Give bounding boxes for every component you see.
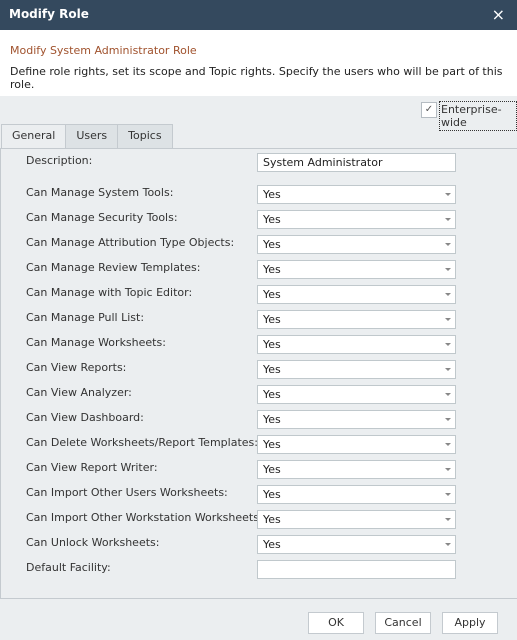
right-label: Can Manage with Topic Editor: [26,286,193,299]
chevron-down-icon[interactable] [445,218,451,221]
tab-bar: General Users Topics [1,124,173,149]
tab-topics[interactable]: Topics [117,124,173,148]
chevron-down-icon[interactable] [445,293,451,296]
right-label: Can Manage Pull List: [26,311,145,324]
description-label: Description: [26,154,93,167]
chevron-down-icon[interactable] [445,493,451,496]
right-dropdown[interactable]: Yes [257,435,456,454]
right-label: Can Manage System Tools: [26,186,174,199]
right-dropdown[interactable]: Yes [257,235,456,254]
dropdown-value: Yes [263,538,281,551]
right-dropdown[interactable]: Yes [257,260,456,279]
title-bar: Modify Role × [0,0,517,30]
right-dropdown[interactable]: Yes [257,535,456,554]
default-facility-label: Default Facility: [26,561,111,574]
dropdown-value: Yes [263,388,281,401]
dialog-header: Modify System Administrator Role Define … [0,30,517,96]
ok-button[interactable]: OK [308,612,364,634]
chevron-down-icon[interactable] [445,443,451,446]
chevron-down-icon[interactable] [445,268,451,271]
chevron-down-icon[interactable] [445,243,451,246]
dropdown-value: Yes [263,513,281,526]
dropdown-value: Yes [263,488,281,501]
tab-general[interactable]: General [1,124,67,149]
description-input[interactable]: System Administrator [257,153,456,172]
right-dropdown[interactable]: Yes [257,335,456,354]
window-title: Modify Role [9,7,89,21]
right-dropdown[interactable]: Yes [257,410,456,429]
dialog-subtitle: Modify System Administrator Role [10,44,197,57]
right-label: Can View Analyzer: [26,386,132,399]
dropdown-value: Yes [263,438,281,451]
chevron-down-icon[interactable] [445,393,451,396]
right-dropdown[interactable]: Yes [257,510,456,529]
dropdown-value: Yes [263,288,281,301]
right-dropdown[interactable]: Yes [257,185,456,204]
chevron-down-icon[interactable] [445,518,451,521]
dropdown-value: Yes [263,338,281,351]
dropdown-value: Yes [263,188,281,201]
right-label: Can Import Other Workstation Worksheets: [26,511,263,524]
dropdown-value: Yes [263,238,281,251]
right-label: Can Import Other Users Worksheets: [26,486,228,499]
right-dropdown[interactable]: Yes [257,210,456,229]
close-icon[interactable]: × [492,5,505,24]
chevron-down-icon[interactable] [445,368,451,371]
right-label: Can Manage Security Tools: [26,211,178,224]
check-icon: ✓ [424,104,434,115]
right-label: Can Manage Review Templates: [26,261,201,274]
right-dropdown[interactable]: Yes [257,485,456,504]
right-dropdown[interactable]: Yes [257,285,456,304]
dialog-description: Define role rights, set its scope and To… [10,65,503,91]
default-facility-input[interactable] [257,560,456,579]
right-dropdown[interactable]: Yes [257,460,456,479]
right-label: Can View Report Writer: [26,461,158,474]
enterprise-wide-label[interactable]: Enterprise-wide [439,101,517,131]
chevron-down-icon[interactable] [445,318,451,321]
enterprise-wide-checkbox[interactable]: ✓ [421,102,437,118]
chevron-down-icon[interactable] [445,193,451,196]
chevron-down-icon[interactable] [445,418,451,421]
right-label: Can Unlock Worksheets: [26,536,160,549]
right-label: Can Manage Attribution Type Objects: [26,236,235,249]
dropdown-value: Yes [263,463,281,476]
dropdown-value: Yes [263,263,281,276]
apply-button[interactable]: Apply [442,612,498,634]
dropdown-value: Yes [263,413,281,426]
right-dropdown[interactable]: Yes [257,360,456,379]
right-label: Can Delete Worksheets/Report Templates: [26,436,258,449]
dropdown-value: Yes [263,313,281,326]
dropdown-value: Yes [263,213,281,226]
chevron-down-icon[interactable] [445,343,451,346]
tab-users[interactable]: Users [65,124,119,148]
chevron-down-icon[interactable] [445,468,451,471]
right-label: Can View Dashboard: [26,411,144,424]
dropdown-value: Yes [263,363,281,376]
right-label: Can View Reports: [26,361,127,374]
right-dropdown[interactable]: Yes [257,385,456,404]
cancel-button[interactable]: Cancel [375,612,431,634]
chevron-down-icon[interactable] [445,543,451,546]
right-label: Can Manage Worksheets: [26,336,166,349]
right-dropdown[interactable]: Yes [257,310,456,329]
